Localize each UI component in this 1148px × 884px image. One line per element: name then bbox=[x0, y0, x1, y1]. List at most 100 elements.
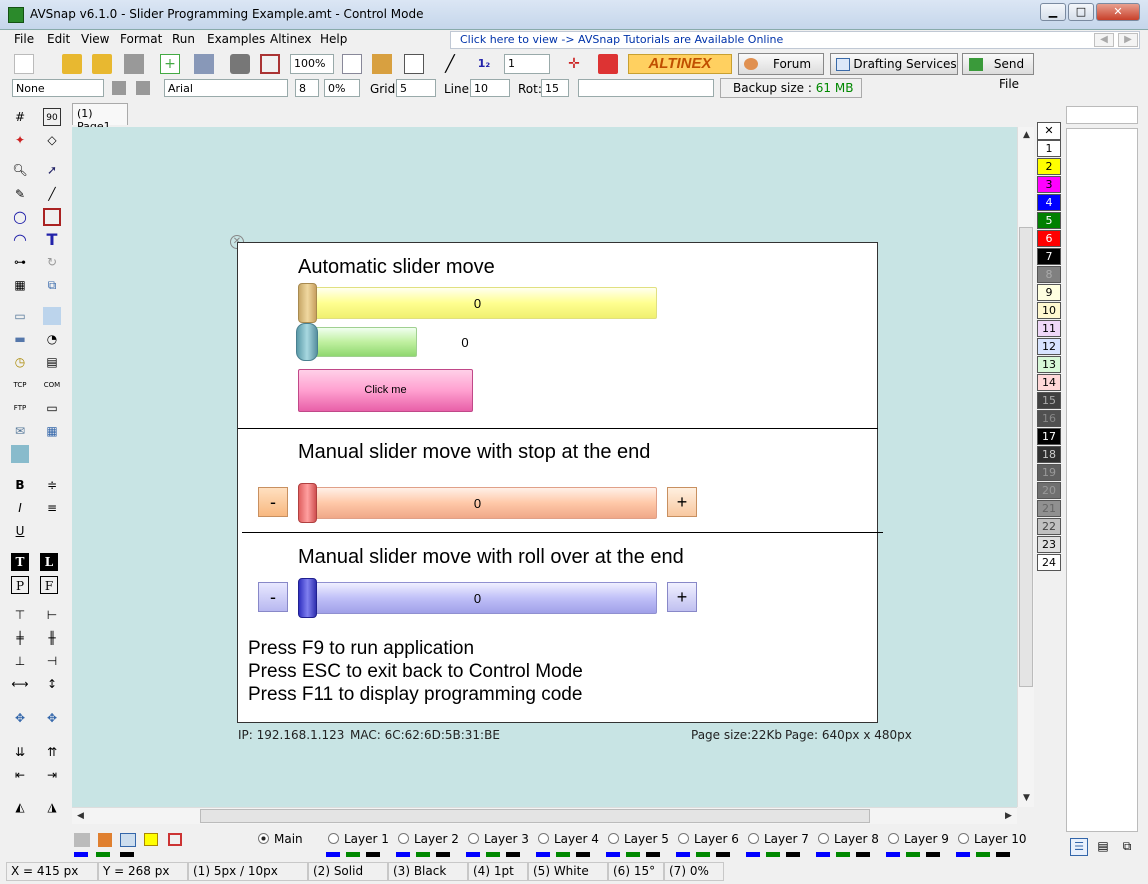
flip-horizontal-icon[interactable]: ◭ bbox=[11, 798, 29, 816]
grid-field[interactable]: 5 bbox=[396, 79, 436, 97]
align-left-icon[interactable]: ⊢ bbox=[43, 606, 61, 624]
text-fg-icon[interactable]: T bbox=[11, 553, 29, 571]
align-bottom-icon[interactable]: ⊥ bbox=[11, 652, 29, 670]
nav-forward-icon[interactable]: ▶ bbox=[1118, 33, 1138, 47]
no-color-icon[interactable]: ✕ bbox=[1037, 122, 1061, 140]
align-top-icon[interactable]: ⊤ bbox=[11, 606, 29, 624]
menu-run[interactable]: Run bbox=[172, 32, 195, 46]
layer-radio-3[interactable] bbox=[468, 833, 479, 844]
palette-color-13[interactable]: 13 bbox=[1037, 356, 1061, 373]
com-icon[interactable]: COM bbox=[43, 376, 61, 394]
menu-file[interactable]: File bbox=[14, 32, 34, 46]
menu-view[interactable]: View bbox=[81, 32, 109, 46]
text-field[interactable] bbox=[578, 79, 714, 97]
space-vertical-icon[interactable]: ↕ bbox=[43, 675, 61, 693]
flip-vertical-icon[interactable]: ◮ bbox=[43, 798, 61, 816]
italic-icon[interactable]: I bbox=[11, 499, 29, 517]
freehand-icon[interactable]: ✎ bbox=[11, 185, 29, 203]
fill-icon[interactable]: F bbox=[40, 576, 58, 594]
palette-color-11[interactable]: 11 bbox=[1037, 320, 1061, 337]
palette-color-16[interactable]: 16 bbox=[1037, 410, 1061, 427]
horizontal-scrollbar[interactable]: ◀ ▶ bbox=[72, 807, 1017, 824]
palette-color-3[interactable]: 3 bbox=[1037, 176, 1061, 193]
node-icon[interactable]: ◇ bbox=[43, 131, 61, 149]
select-arrow-icon[interactable]: ➚ bbox=[43, 161, 61, 179]
palette-color-1[interactable]: 1 bbox=[1037, 140, 1061, 157]
layer-radio-9[interactable] bbox=[888, 833, 899, 844]
close-button[interactable]: ✕ bbox=[1096, 3, 1140, 21]
new-file-icon[interactable] bbox=[14, 54, 34, 74]
altinex-logo[interactable]: ALTINEX bbox=[628, 54, 732, 74]
slider-green-knob[interactable] bbox=[296, 323, 318, 361]
layer-radio-7[interactable] bbox=[748, 833, 759, 844]
font-select[interactable]: Arial bbox=[164, 79, 288, 97]
scroll-up-icon[interactable]: ▲ bbox=[1018, 127, 1035, 144]
tcp-icon[interactable]: TCP bbox=[11, 376, 29, 394]
layer-radio-8[interactable] bbox=[818, 833, 829, 844]
order-up-icon[interactable]: ⇈ bbox=[43, 743, 61, 761]
copy-icon[interactable] bbox=[404, 54, 424, 74]
save-icon[interactable] bbox=[124, 54, 144, 74]
palette-color-10[interactable]: 10 bbox=[1037, 302, 1061, 319]
palette-color-8[interactable]: 8 bbox=[1037, 266, 1061, 283]
image-icon[interactable] bbox=[11, 445, 29, 463]
menu-edit[interactable]: Edit bbox=[47, 32, 70, 46]
line-width-select[interactable]: 1 bbox=[504, 54, 550, 74]
tutorial-link[interactable]: Click here to view -> AVSnap Tutorials a… bbox=[450, 31, 1140, 49]
menu-examples[interactable]: Examples bbox=[207, 32, 265, 46]
screen-icon[interactable] bbox=[194, 54, 214, 74]
zoom-field[interactable]: 100% bbox=[290, 54, 334, 74]
palette-color-15[interactable]: 15 bbox=[1037, 392, 1061, 409]
line-icon[interactable]: ╱ bbox=[43, 185, 61, 203]
palette-color-17[interactable]: 17 bbox=[1037, 428, 1061, 445]
palette-color-12[interactable]: 12 bbox=[1037, 338, 1061, 355]
table-icon[interactable]: ▦ bbox=[43, 422, 61, 440]
order-down-icon[interactable]: ⇊ bbox=[11, 743, 29, 761]
circle-icon[interactable]: ○ bbox=[11, 208, 29, 226]
minus-button-blue[interactable]: - bbox=[258, 582, 288, 612]
layer-radio-6[interactable] bbox=[678, 833, 689, 844]
minimize-button[interactable]: ▁ bbox=[1040, 3, 1066, 21]
red-frame-layer-icon[interactable] bbox=[168, 833, 182, 846]
font-size-field[interactable]: 8 bbox=[295, 79, 319, 97]
layer-radio-0[interactable] bbox=[258, 833, 269, 844]
pen-icon[interactable]: P bbox=[11, 576, 29, 594]
slider-orange-knob[interactable] bbox=[298, 483, 317, 523]
pages-icon[interactable]: ⧉ bbox=[1118, 838, 1136, 856]
style-select[interactable]: None bbox=[12, 79, 104, 97]
clock-icon[interactable]: ◷ bbox=[11, 353, 29, 371]
line-fg-icon[interactable]: L bbox=[40, 553, 58, 571]
slider-icon[interactable]: ▬ bbox=[11, 330, 29, 348]
add-object-icon[interactable]: ▦ bbox=[11, 276, 29, 294]
page-icon[interactable] bbox=[342, 54, 362, 74]
number-icon[interactable]: 1₂ bbox=[474, 54, 494, 74]
slider-blue-knob[interactable] bbox=[298, 578, 317, 618]
dimension-icon[interactable]: ⊶ bbox=[11, 253, 29, 271]
percent-field[interactable]: 0% bbox=[324, 79, 360, 97]
list-view-icon[interactable]: ☰ bbox=[1070, 838, 1088, 856]
right-panel-select[interactable] bbox=[1066, 106, 1138, 124]
palette-color-23[interactable]: 23 bbox=[1037, 536, 1061, 553]
button-icon[interactable]: ▭ bbox=[11, 307, 29, 325]
scroll-down-icon[interactable]: ▼ bbox=[1018, 790, 1035, 807]
palette-color-24[interactable]: 24 bbox=[1037, 554, 1061, 571]
palette-color-9[interactable]: 9 bbox=[1037, 284, 1061, 301]
palette-color-18[interactable]: 18 bbox=[1037, 446, 1061, 463]
rotate-icon[interactable]: ↻ bbox=[43, 253, 61, 271]
align-center-icon[interactable]: ╫ bbox=[43, 629, 61, 647]
scroll-right-icon[interactable]: ▶ bbox=[1000, 808, 1017, 825]
palette-color-21[interactable]: 21 bbox=[1037, 500, 1061, 517]
layer-radio-5[interactable] bbox=[608, 833, 619, 844]
scroll-left-icon[interactable]: ◀ bbox=[72, 808, 89, 825]
menu-help[interactable]: Help bbox=[320, 32, 347, 46]
strike-icon[interactable]: ≑ bbox=[43, 476, 61, 494]
align-right-icon[interactable]: ⊣ bbox=[43, 652, 61, 670]
layer-radio-4[interactable] bbox=[538, 833, 549, 844]
palette-color-7[interactable]: 7 bbox=[1037, 248, 1061, 265]
palette-color-20[interactable]: 20 bbox=[1037, 482, 1061, 499]
print-icon[interactable] bbox=[230, 54, 250, 74]
underline-icon[interactable]: U bbox=[11, 522, 29, 540]
slider-yellow-knob[interactable] bbox=[298, 283, 317, 323]
delete-layer-icon[interactable] bbox=[98, 833, 112, 847]
open-folder-icon[interactable] bbox=[62, 54, 82, 74]
